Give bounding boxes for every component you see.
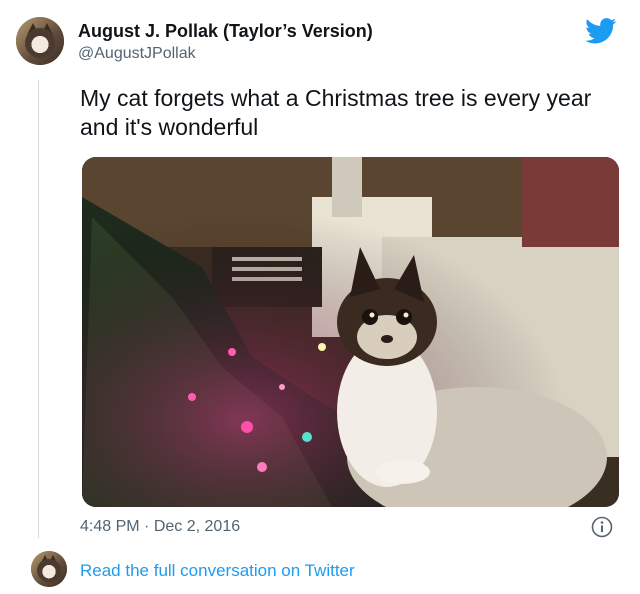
reply-avatar[interactable] <box>31 551 67 587</box>
thread-line <box>38 80 39 538</box>
read-conversation-link[interactable]: Read the full conversation on Twitter <box>80 561 355 581</box>
author-name[interactable]: August J. Pollak (Taylor’s Version) <box>78 21 373 42</box>
tweet-date: Dec 2, 2016 <box>153 518 241 535</box>
twitter-bird-icon[interactable] <box>585 18 617 44</box>
timestamp-separator: · <box>144 518 150 535</box>
tweet-text: My cat forgets what a Christmas tree is … <box>80 85 592 140</box>
cat-christmas-tree-photo <box>82 157 619 507</box>
tweet-timestamp[interactable]: 4:48 PM · Dec 2, 2016 <box>80 518 240 536</box>
info-icon[interactable] <box>591 516 613 538</box>
author-avatar[interactable] <box>16 17 64 65</box>
tweet-time: 4:48 PM <box>80 518 140 535</box>
author-handle[interactable]: @AugustJPollak <box>78 45 196 63</box>
tweet-photo[interactable] <box>82 157 619 507</box>
